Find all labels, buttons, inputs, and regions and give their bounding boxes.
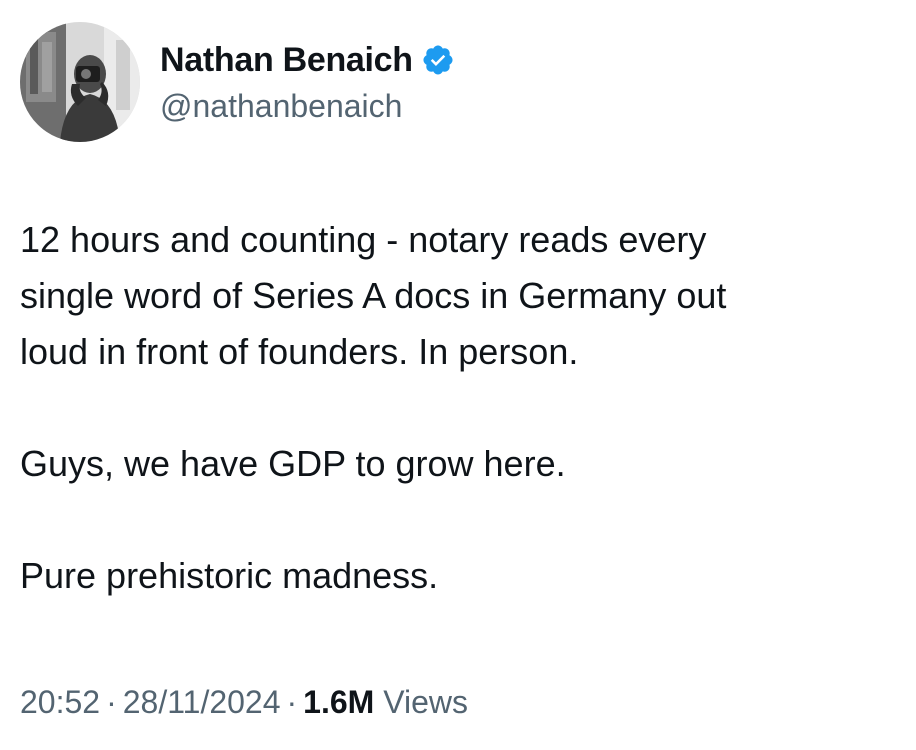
views-count: 1.6M <box>303 684 375 720</box>
tweet-paragraph: Pure prehistoric madness. <box>20 555 439 596</box>
avatar[interactable] <box>20 22 140 142</box>
views-label: Views <box>383 684 468 720</box>
tweet-paragraph: Guys, we have GDP to grow here. <box>20 443 566 484</box>
author-name-row: Nathan Benaich <box>160 38 455 82</box>
author-handle[interactable]: @nathanbenaich <box>160 88 402 125</box>
tweet-date[interactable]: 28/11/2024 <box>123 684 281 720</box>
verified-badge-icon[interactable] <box>421 43 455 77</box>
tweet-card: Nathan Benaich @nathanbenaich 12 hours a… <box>0 0 916 750</box>
meta-separator: · <box>286 684 298 720</box>
tweet-paragraph: 12 hours and counting - notary reads eve… <box>20 219 727 372</box>
tweet-meta: 20:52 · 28/11/2024 · 1.6M Views <box>20 684 468 721</box>
author-display-name[interactable]: Nathan Benaich <box>160 41 413 80</box>
tweet-text: 12 hours and counting - notary reads eve… <box>20 212 900 604</box>
tweet-time[interactable]: 20:52 <box>20 684 100 720</box>
meta-separator: · <box>106 684 117 720</box>
profile-photo-icon <box>20 22 140 142</box>
